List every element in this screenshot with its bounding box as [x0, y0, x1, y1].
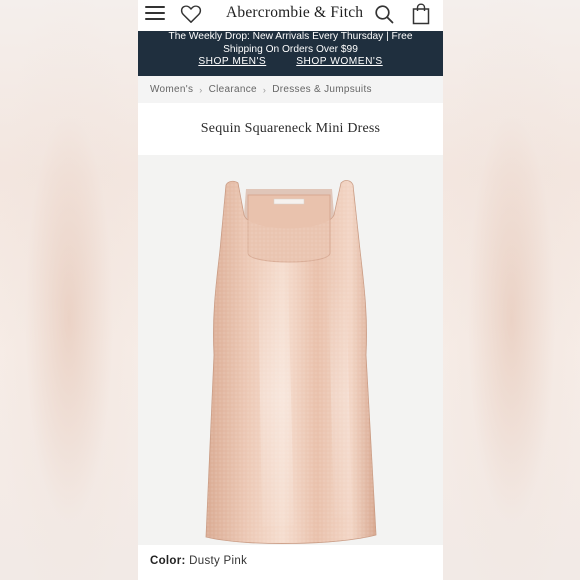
breadcrumb: Women's › Clearance › Dresses & Jumpsuit… [138, 76, 443, 103]
breadcrumb-item-dresses[interactable]: Dresses & Jumpsuits [272, 84, 372, 95]
product-title: Sequin Squareneck Mini Dress [200, 121, 381, 136]
mobile-page: Abercrombie & Fitch The Weekly Drop: New… [138, 0, 443, 580]
heart-icon[interactable] [180, 4, 202, 24]
promo-banner: The Weekly Drop: New Arrivals Every Thur… [138, 31, 443, 76]
shop-womens-link[interactable]: SHOP WOMEN'S [296, 56, 382, 69]
chevron-right-icon: › [199, 84, 203, 95]
breadcrumb-item-clearance[interactable]: Clearance [209, 84, 257, 95]
search-icon[interactable] [374, 4, 394, 24]
color-selector: Color: Dusty Pink [138, 555, 443, 580]
dress-illustration [205, 180, 377, 544]
bag-icon[interactable] [412, 3, 430, 25]
chevron-right-icon: › [262, 84, 267, 95]
background-blur-left [0, 0, 138, 580]
top-nav-bar: Abercrombie & Fitch [138, 0, 443, 31]
promo-links: SHOP MEN'S SHOP WOMEN'S [138, 56, 443, 69]
shop-mens-link[interactable]: SHOP MEN'S [198, 56, 266, 69]
background-blur-right [443, 0, 580, 580]
promo-text: The Weekly Drop: New Arrivals Every Thur… [168, 31, 413, 55]
brand-logo[interactable]: Abercrombie & Fitch [226, 4, 363, 22]
color-value: Dusty Pink [189, 555, 248, 567]
product-image[interactable] [138, 155, 443, 545]
breadcrumb-item-womens[interactable]: Women's [150, 84, 193, 95]
product-title-area: Sequin Squareneck Mini Dress [138, 103, 443, 155]
menu-icon[interactable] [145, 6, 165, 22]
color-label: Color: [150, 555, 186, 567]
